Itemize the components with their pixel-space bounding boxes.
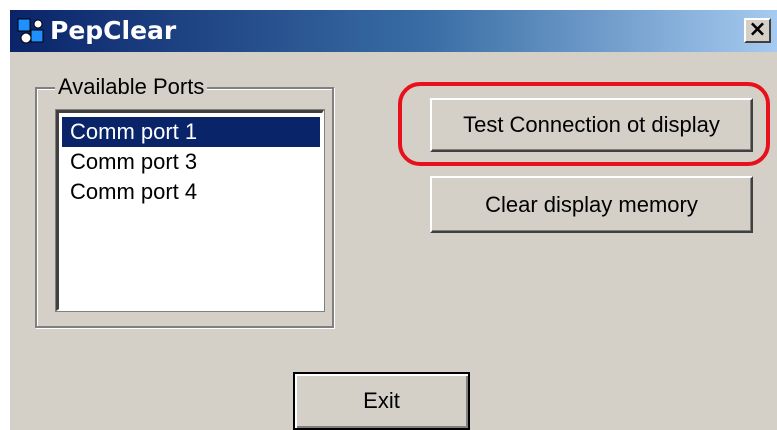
list-item-comm-port-3[interactable]: Comm port 3: [62, 147, 320, 177]
exit-button[interactable]: Exit: [293, 372, 470, 430]
clear-display-memory-button[interactable]: Clear display memory: [430, 176, 753, 233]
close-button[interactable]: ×: [744, 18, 771, 43]
title-bar[interactable]: PepClear ×: [10, 10, 777, 52]
close-icon: ×: [748, 17, 767, 42]
ports-listbox[interactable]: Comm port 1 Comm port 3 Comm port 4: [55, 109, 325, 312]
list-item-comm-port-1[interactable]: Comm port 1: [62, 117, 320, 147]
pepclear-window: PepClear × Available Ports Comm port 1 C…: [8, 8, 777, 430]
test-connection-button[interactable]: Test Connection ot display: [430, 98, 753, 152]
app-icon: [17, 18, 44, 44]
window-title: PepClear: [50, 16, 177, 45]
available-ports-label: Available Ports: [55, 75, 208, 99]
list-item-comm-port-4[interactable]: Comm port 4: [62, 177, 320, 207]
